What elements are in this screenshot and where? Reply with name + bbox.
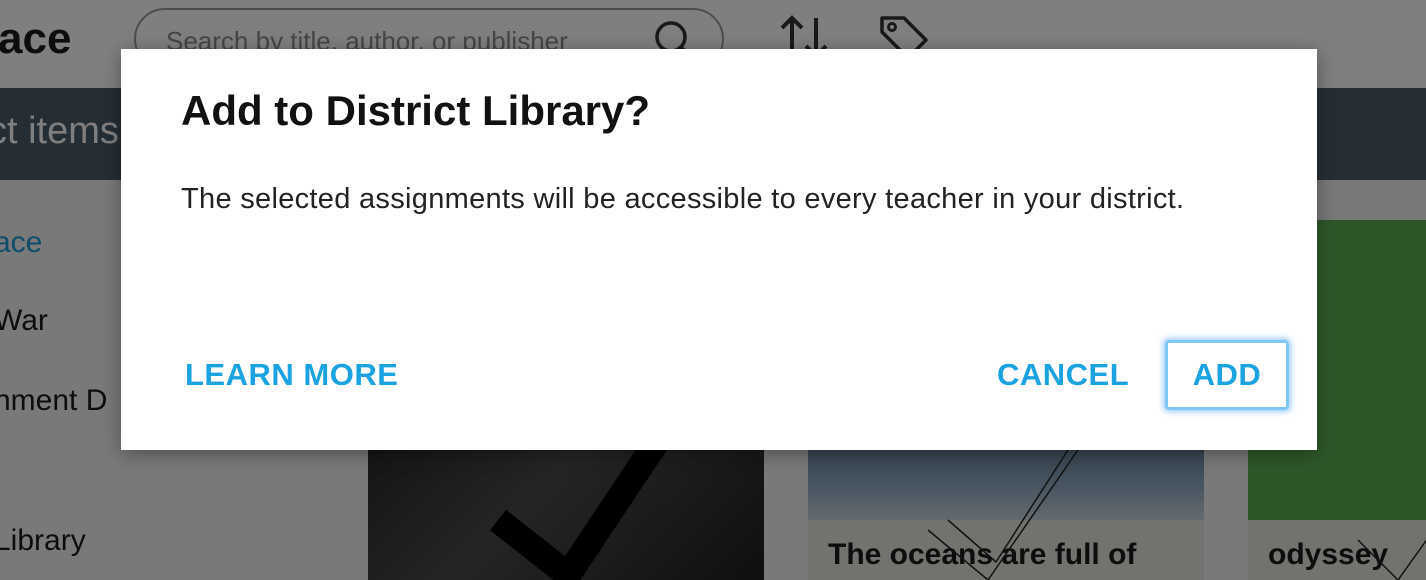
add-button[interactable]: ADD [1165, 340, 1289, 410]
dialog-message: The selected assignments will be accessi… [181, 183, 1185, 215]
cancel-button[interactable]: CANCEL [997, 353, 1129, 397]
dialog-title: Add to District Library? [181, 87, 651, 134]
add-to-library-dialog: Add to District Library? The selected as… [121, 49, 1317, 450]
learn-more-button[interactable]: LEARN MORE [185, 353, 398, 397]
